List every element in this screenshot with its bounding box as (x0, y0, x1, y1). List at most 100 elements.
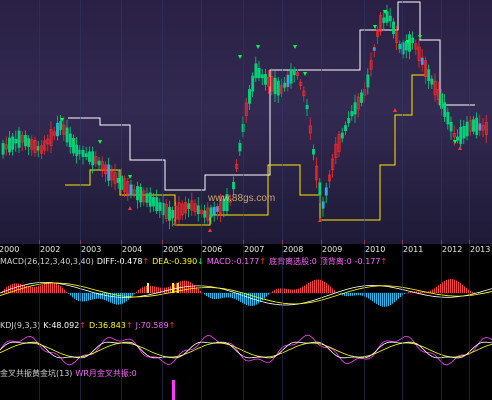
macd-histogram-bar (450, 279, 451, 293)
macd-histogram-bar (386, 293, 387, 307)
candle-body (24, 134, 27, 147)
candle-body (254, 63, 258, 79)
macd-histogram-bar (326, 283, 327, 293)
grid-line (402, 0, 403, 400)
macd-histogram-bar (408, 292, 409, 293)
diff-arrow: ↑ (142, 257, 150, 266)
buy-signal-arrow (293, 45, 297, 49)
bottom-divergence-signal: 底背离选股:0 (269, 257, 317, 266)
macd-histogram-bar (432, 289, 433, 293)
macd-histogram-bar (142, 287, 143, 293)
macd-value: -0.177 (233, 257, 260, 266)
kdj-title: KDJ(9,3,3) (0, 321, 41, 330)
macd-histogram-bar (418, 291, 419, 293)
candle-body-highlight (216, 206, 219, 212)
macd-histogram-bar (356, 293, 357, 296)
candle-body (312, 149, 315, 155)
sell-signal-arrow (173, 221, 177, 225)
macd-histogram-bar (208, 293, 209, 298)
candle-body (344, 125, 347, 131)
kline-chart[interactable] (0, 0, 492, 244)
macd-histogram-bar (92, 293, 93, 300)
candle-body (382, 17, 386, 23)
grid-line (243, 0, 244, 400)
sell-signal-arrow (208, 228, 212, 232)
macd-histogram-bar (292, 289, 293, 293)
macd-histogram-bar (42, 284, 43, 293)
candle-body (75, 144, 79, 156)
macd-histogram-bar (28, 286, 29, 293)
year-label-2000: 2000 (0, 245, 20, 254)
macd-histogram-bar (398, 293, 399, 299)
macd-histogram-bar (24, 285, 25, 293)
macd-histogram-bar (134, 293, 135, 294)
macd-chart[interactable] (0, 267, 492, 313)
macd-histogram-bar (252, 293, 253, 306)
macd-pane[interactable] (0, 267, 492, 313)
macd-histogram-bar (230, 293, 231, 298)
macd-histogram-bar (358, 293, 359, 296)
macd-histogram-bar (284, 288, 285, 293)
candle-body (17, 130, 21, 148)
candle-body (238, 143, 242, 152)
indicator3-pane[interactable] (0, 380, 492, 400)
macd-histogram-bar (274, 290, 275, 293)
candle-body-highlight (130, 184, 133, 196)
macd-histogram-bar (96, 293, 97, 299)
macd-histogram-bar (296, 289, 297, 293)
macd-histogram-bar (106, 293, 107, 301)
resonance-signal-bar (172, 380, 175, 400)
macd-histogram-bar (50, 282, 51, 293)
d-arrow: ↑ (125, 321, 133, 330)
year-label-2004: 2004 (122, 245, 143, 254)
candle-body (187, 203, 191, 210)
macd-histogram-bar (392, 293, 393, 304)
candle-body (443, 102, 447, 117)
candle-body (404, 40, 408, 51)
candle-body (456, 136, 459, 141)
macd-histogram-bar (144, 286, 145, 293)
macd-histogram-bar (330, 286, 331, 293)
year-label-2005: 2005 (163, 245, 184, 254)
year-label-2012: 2012 (442, 245, 463, 254)
macd-histogram-bar (372, 293, 373, 302)
macd-histogram-bar (76, 293, 77, 301)
macd-histogram-bar (276, 289, 277, 293)
macd-histogram-bar (304, 285, 305, 293)
macd-histogram-bar (108, 293, 109, 302)
candle-body (148, 192, 152, 207)
candle-body-highlight (322, 201, 325, 209)
macd-histogram-bar (40, 285, 41, 293)
sell-signal-arrow (128, 206, 132, 210)
kdj-chart[interactable] (0, 331, 492, 369)
candle-body (158, 202, 162, 211)
d-label: D: (89, 321, 98, 330)
candle-body-highlight (421, 57, 424, 65)
indicator3-signal-label: WR月金叉共振: (75, 369, 132, 378)
kdj-pane[interactable] (0, 331, 492, 369)
grid-line (162, 0, 163, 400)
candle-body (276, 80, 280, 96)
macd-histogram-bar (380, 293, 381, 307)
year-label-2007: 2007 (244, 245, 265, 254)
macd-histogram-bar (452, 279, 453, 293)
macd-histogram-bar (222, 293, 223, 299)
candle-body-highlight (373, 47, 376, 51)
macd-histogram-bar (314, 280, 315, 293)
indicator3-chart[interactable] (0, 380, 492, 400)
grid-line (364, 0, 365, 400)
macd-histogram-bar (368, 293, 369, 299)
macd-histogram-bar (472, 291, 473, 293)
year-label-2009: 2009 (322, 245, 343, 254)
macd-histogram-bar (18, 283, 19, 293)
macd-histogram-bar (204, 293, 205, 295)
macd-histogram-bar (362, 293, 363, 296)
kline-main-pane[interactable]: www.88gs.com (0, 0, 492, 244)
macd-histogram-bar (64, 289, 65, 293)
macd-histogram-bar (52, 282, 53, 293)
candle-body (116, 178, 120, 183)
grid-line (441, 0, 442, 400)
signal-bar (172, 283, 174, 293)
macd-histogram-bar (34, 286, 35, 293)
grid-line (80, 0, 81, 400)
